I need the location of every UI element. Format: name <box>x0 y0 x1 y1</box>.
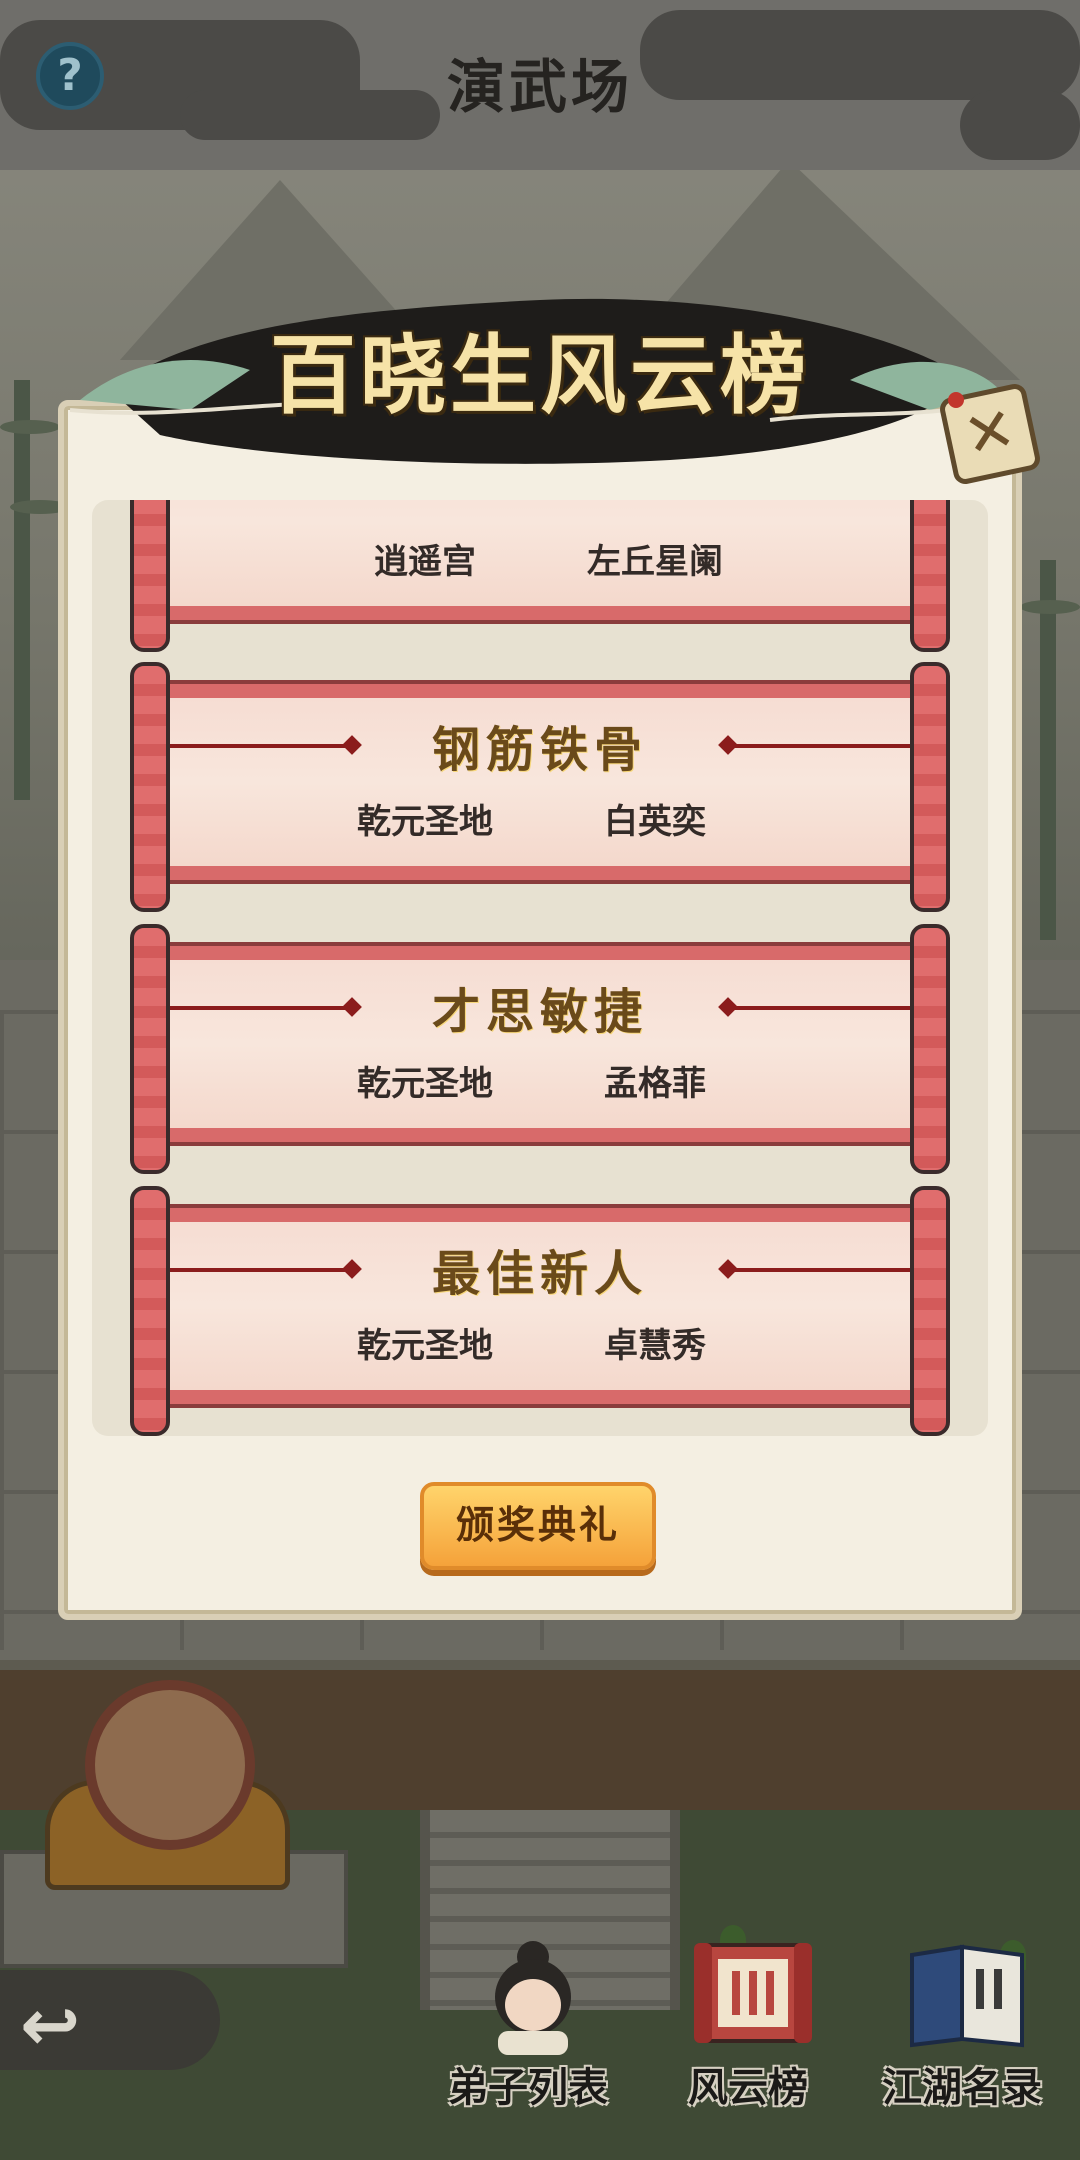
award-title: 才思敏捷 <box>431 984 648 1040</box>
winner-sect: 逍遥宫 <box>374 542 476 582</box>
winner-name: 左丘星阑 <box>587 542 723 582</box>
page-title: 演武场 <box>446 53 633 121</box>
nav-label: 风云榜 <box>688 2065 808 2111</box>
winner-sect: 乾元圣地 <box>357 1064 493 1104</box>
pin-icon <box>948 392 964 408</box>
scroll-roller <box>130 1186 170 1436</box>
nav-disciple-list[interactable]: 弟子列表 <box>428 1935 628 2135</box>
winner-sect: 乾元圣地 <box>357 802 493 842</box>
award-winner: 逍遥宫 左丘星阑 <box>130 534 950 583</box>
winner-name: 白英奕 <box>604 802 706 842</box>
award-scroll: 才思敏捷 乾元圣地 孟格菲 <box>130 924 950 1174</box>
nav-leaderboard[interactable]: 风云榜 <box>648 1935 848 2135</box>
winner-sect: 乾元圣地 <box>357 1326 493 1366</box>
award-ceremony-button[interactable]: 颁奖典礼 <box>420 1482 656 1570</box>
winner-name: 卓慧秀 <box>604 1326 706 1366</box>
award-scroll: 最佳新人 乾元圣地 卓慧秀 <box>130 1186 950 1436</box>
scroll-roller <box>910 662 950 912</box>
winner-name: 孟格菲 <box>604 1064 706 1104</box>
scroll-roller <box>910 1186 950 1436</box>
back-arrow-icon[interactable]: ↩ <box>20 1989 130 2061</box>
award-title: 最佳新人 <box>431 1246 648 1302</box>
leaderboard-title: 百晓生风云榜 <box>270 325 810 426</box>
scroll-roller <box>910 924 950 1174</box>
award-winner: 乾元圣地 孟格菲 <box>130 1056 950 1105</box>
award-scroll: 逍遥宫 左丘星阑 <box>130 500 950 652</box>
book-icon <box>910 1944 1024 2048</box>
close-icon: ✕ <box>957 393 1022 473</box>
scroll-board-icon <box>694 1943 812 2043</box>
award-winner: 乾元圣地 卓慧秀 <box>130 1318 950 1367</box>
war-drum <box>85 1680 255 1850</box>
bamboo <box>1040 560 1056 940</box>
nav-label: 江湖名录 <box>882 2065 1042 2111</box>
nav-label: 弟子列表 <box>448 2065 608 2111</box>
disciple-avatar-icon <box>495 1941 571 2055</box>
award-list[interactable]: 逍遥宫 左丘星阑 钢筋铁骨 乾元圣地 白英奕 才思敏捷 乾元圣地 孟格菲 最佳新… <box>92 500 988 1436</box>
award-scroll: 钢筋铁骨 乾元圣地 白英奕 <box>130 662 950 912</box>
top-bar: ? 演武场 <box>0 0 1080 170</box>
scroll-roller <box>130 662 170 912</box>
scroll-roller <box>130 924 170 1174</box>
award-winner: 乾元圣地 白英奕 <box>130 794 950 843</box>
nav-jianghu-directory[interactable]: 江湖名录 <box>862 1935 1062 2135</box>
award-title: 钢筋铁骨 <box>431 722 648 778</box>
bamboo-leaf <box>1020 600 1080 614</box>
bamboo <box>14 380 30 800</box>
